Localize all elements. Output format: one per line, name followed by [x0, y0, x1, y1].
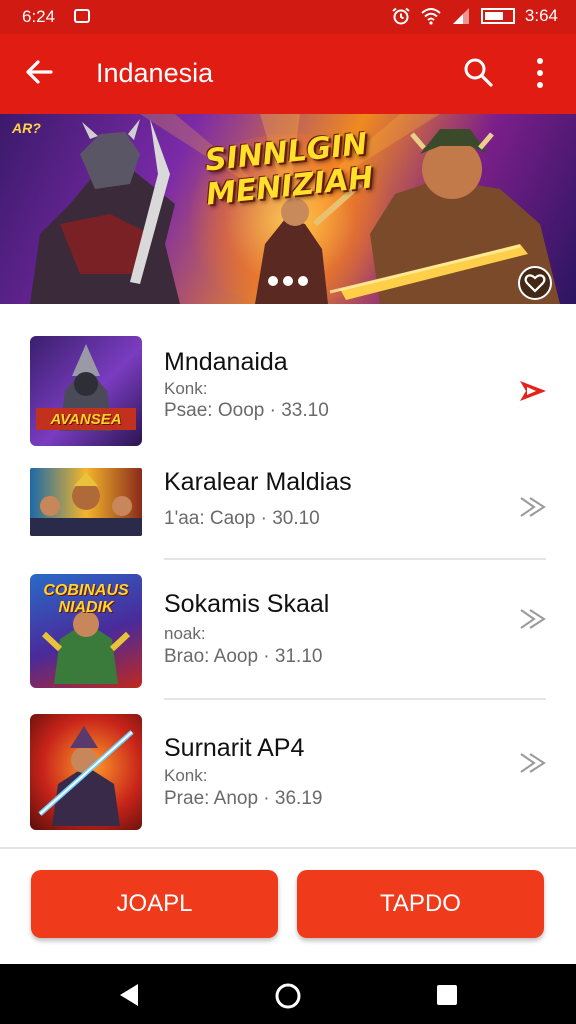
more-vert-icon[interactable] — [528, 56, 552, 90]
list-item[interactable]: Karalear Maldias 1'aa: Caop · 30.10 — [0, 458, 576, 578]
arrow-left-icon[interactable] — [24, 56, 54, 88]
thumbnail-art — [30, 472, 142, 536]
nav-back-icon[interactable] — [116, 982, 142, 1008]
thumbnail-label: COBINAUS NIADIK — [43, 582, 129, 616]
list-item[interactable]: AVANSEA Mndanaida Konk: Psae: Ooop · 33.… — [0, 336, 576, 456]
list-divider — [164, 698, 546, 700]
status-bar: 6:24 3:64 — [0, 0, 576, 34]
game-title: Karalear Maldias — [164, 468, 352, 496]
game-thumbnail — [30, 714, 142, 830]
hero-banner[interactable]: AR? SINNLGIN MENIZIAH — [0, 114, 576, 304]
bottom-divider — [0, 847, 576, 849]
notification-icon — [74, 9, 90, 23]
game-title: Mndanaida — [164, 348, 288, 376]
list-divider — [164, 558, 546, 560]
battery-icon — [480, 8, 515, 24]
game-thumbnail: AVANSEA — [30, 336, 142, 446]
status-clock-right: 3:64 — [524, 6, 558, 25]
nav-recents-icon[interactable] — [434, 982, 460, 1008]
game-thumbnail: COBINAUS NIADIK — [30, 574, 142, 688]
status-time: 6:24 — [22, 7, 56, 26]
double-chevron-right-icon[interactable] — [518, 750, 548, 776]
search-icon[interactable] — [462, 56, 494, 88]
thumbnail-art — [36, 344, 136, 431]
thumbnail-label: AVANSEA — [50, 411, 122, 428]
thumbnail-art — [38, 726, 134, 826]
carousel-dot-active[interactable] — [268, 276, 278, 286]
game-stats: 1'aa: Caop · 30.10 — [164, 508, 320, 529]
game-stats: Prae: Anop · 36.19 — [164, 788, 323, 809]
banner-corner-tag: AR? — [12, 120, 41, 136]
game-title: Sokamis Skaal — [164, 590, 330, 618]
game-meta: Konk: — [164, 766, 208, 785]
red-play-arrow-icon[interactable] — [518, 378, 548, 404]
page-title: Indanesia — [96, 58, 214, 88]
list-item[interactable]: Surnarit AP4 Konk: Prae: Anop · 36.19 — [0, 714, 576, 834]
carousel-dot[interactable] — [283, 276, 293, 286]
status-icons: 3:64 — [391, 6, 558, 26]
wifi-icon — [421, 8, 441, 25]
signal-icon — [452, 8, 469, 24]
list-item[interactable]: COBINAUS NIADIK Sokamis Skaal noak: Brao… — [0, 574, 576, 700]
tapdo-button[interactable]: TAPDO — [297, 870, 544, 938]
game-meta: Konk: — [164, 379, 208, 398]
system-nav-bar — [0, 964, 576, 1024]
double-chevron-right-icon[interactable] — [518, 494, 548, 520]
game-meta: noak: — [164, 624, 206, 643]
game-stats: Brao: Aoop · 31.10 — [164, 646, 323, 667]
app-bar: Indanesia — [0, 34, 576, 114]
double-chevron-right-icon[interactable] — [518, 606, 548, 632]
heart-icon — [524, 274, 546, 293]
game-stats: Psae: Ooop · 33.10 — [164, 400, 329, 421]
game-title: Surnarit AP4 — [164, 734, 305, 762]
game-thumbnail — [30, 468, 142, 536]
alarm-icon — [392, 7, 410, 25]
favorite-button[interactable] — [518, 266, 552, 300]
nav-home-icon[interactable] — [273, 981, 303, 1011]
joapl-button[interactable]: JOAPL — [31, 870, 278, 938]
carousel-dot[interactable] — [298, 276, 308, 286]
